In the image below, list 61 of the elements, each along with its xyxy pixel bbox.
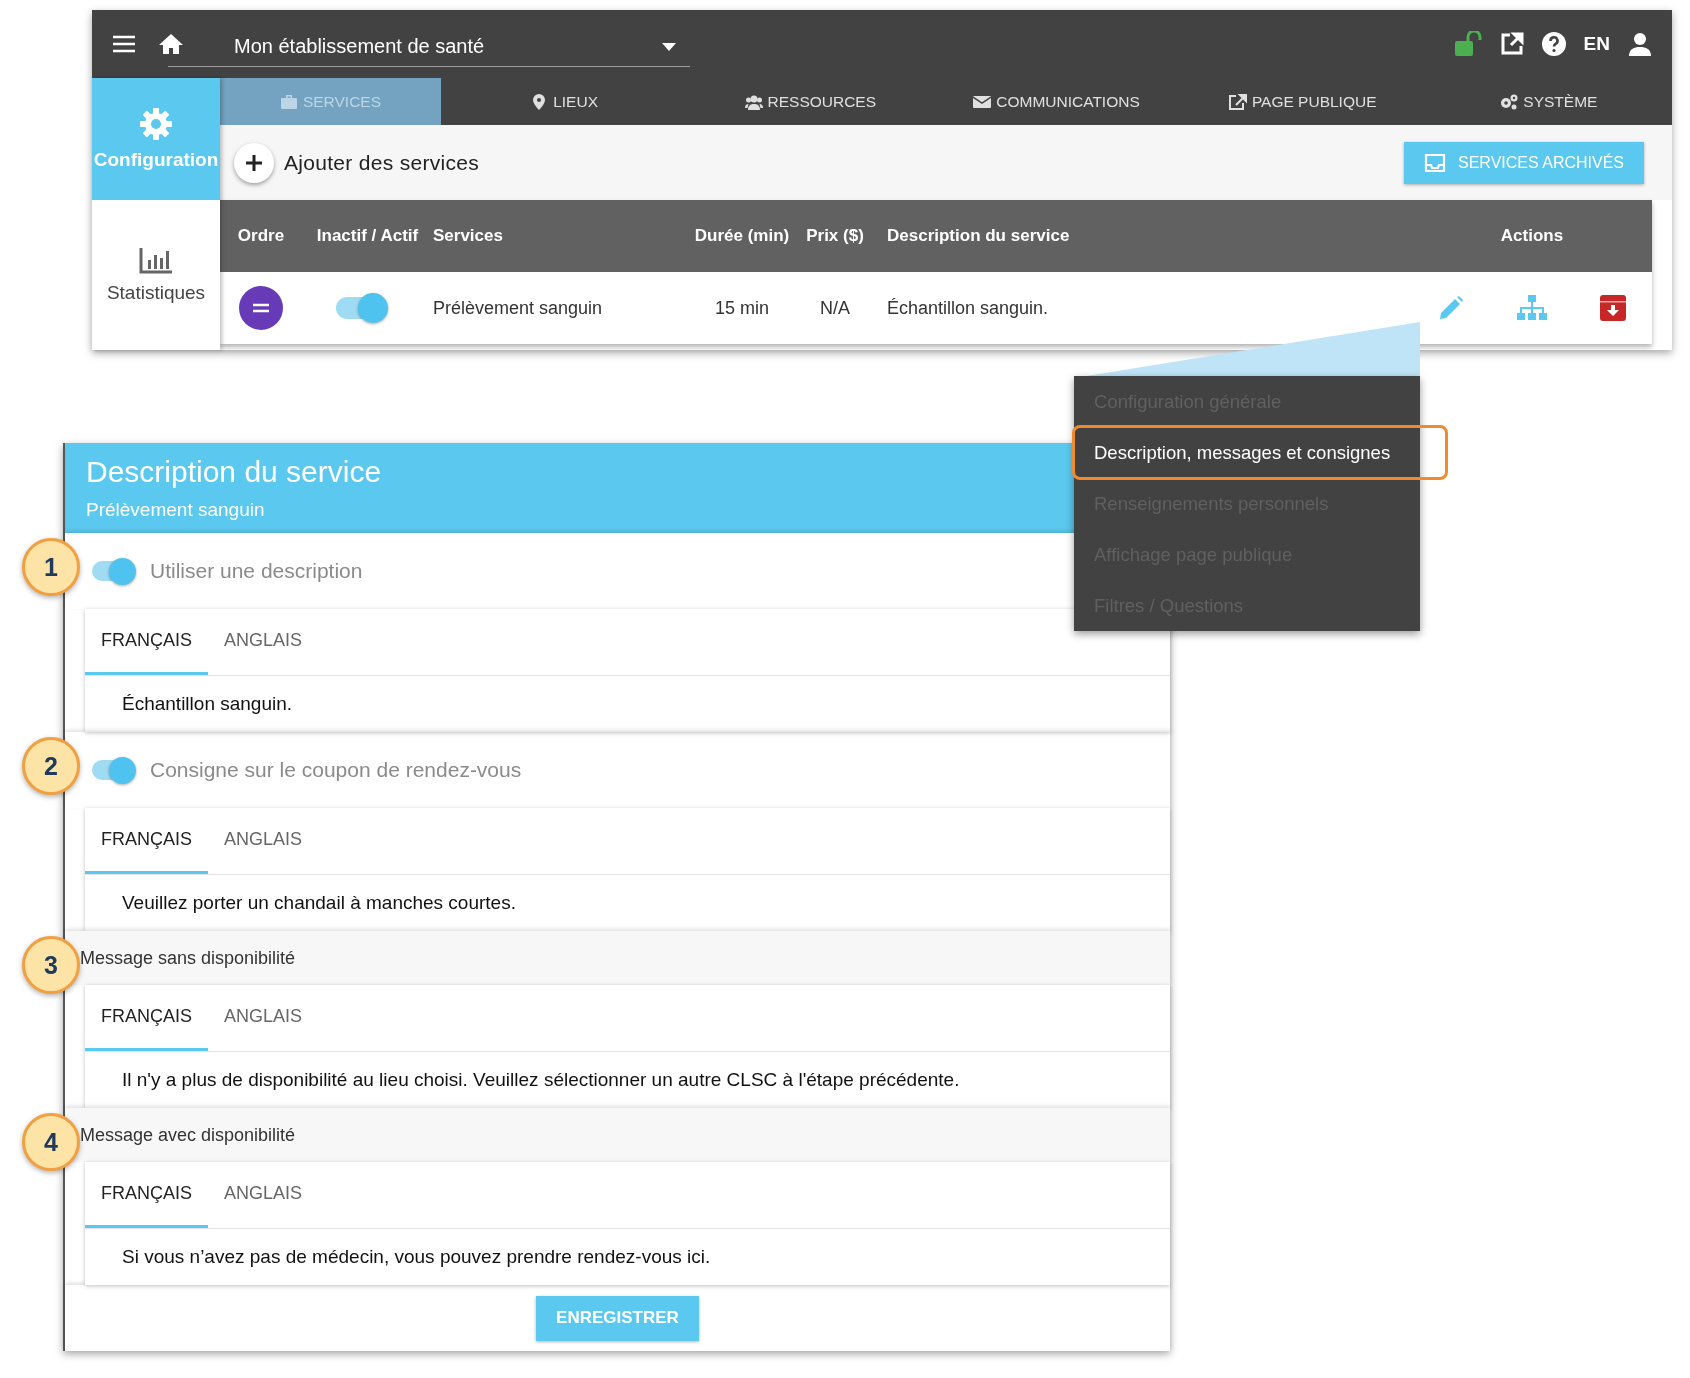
callout-number: 2 <box>22 737 80 795</box>
callout-number: 4 <box>22 1113 80 1171</box>
sidebar-item[interactable]: Statistiques <box>92 200 220 350</box>
add-button[interactable] <box>234 142 274 183</box>
gear-icon <box>139 107 173 141</box>
menu-icon[interactable] <box>112 34 136 54</box>
help-icon[interactable] <box>1541 32 1566 56</box>
plus-icon <box>245 153 263 172</box>
language-tab[interactable]: FRANÇAIS <box>85 985 208 1051</box>
toggle-label: Utiliser une description <box>150 559 363 583</box>
caret-icon <box>662 42 676 51</box>
table-cell-text: Échantillon sanguin. <box>886 297 1050 319</box>
external-link-icon <box>1228 93 1247 110</box>
user-icon[interactable] <box>1628 32 1652 56</box>
language-tab[interactable]: ANGLAIS <box>208 609 319 675</box>
language-tab[interactable]: FRANÇAIS <box>85 609 208 675</box>
unlock-icon[interactable] <box>1453 31 1482 57</box>
language-tab[interactable]: FRANÇAIS <box>85 808 208 874</box>
column-header: Services <box>432 226 504 246</box>
language-tab[interactable]: ANGLAIS <box>208 985 319 1051</box>
message-text: Échantillon sanguin. <box>122 693 293 715</box>
menu-item[interactable]: Description, messages et consignes <box>1074 427 1446 478</box>
language-tab[interactable]: FRANÇAIS <box>85 1162 208 1228</box>
column-header: Description du service <box>886 226 1071 246</box>
message-text: Veuillez porter un chandail à manches courtes. <box>122 892 516 914</box>
bar-chart-icon <box>139 246 173 274</box>
dialog-title: Description du service <box>86 455 383 489</box>
column-header: Ordre <box>236 226 286 246</box>
users-icon <box>744 93 763 110</box>
gears-icon <box>1500 93 1519 110</box>
callout-number: 3 <box>22 936 80 994</box>
column-header: Actions <box>1499 226 1565 246</box>
table-cell-text: Prélèvement sanguin <box>432 297 604 319</box>
inbox-icon <box>1424 152 1446 173</box>
table-cell-text: 15 min <box>714 297 770 319</box>
table-cell-text: N/A <box>819 297 851 319</box>
briefcase-icon <box>279 93 298 110</box>
column-header: Prix ($) <box>805 226 865 246</box>
column-header: Inactif / Actif <box>315 226 420 246</box>
section-label: Message sans disponibilité <box>80 947 296 969</box>
facility-select[interactable]: Mon établissement de santé <box>168 21 690 67</box>
language-toggle[interactable]: EN <box>1583 33 1610 55</box>
message-text: Il n'y a plus de disponibilité au lieu choisi. Veuillez sélectionner un autre CLSC à l'étape précédente. <box>122 1069 960 1091</box>
drag-handle-icon[interactable] <box>239 286 283 330</box>
add-services-label: Ajouter des services <box>284 150 480 175</box>
column-header: Durée (min) <box>693 226 791 246</box>
nav-tab[interactable]: RESSOURCES <box>687 78 934 125</box>
section-label: Message avec disponibilité <box>80 1124 296 1146</box>
message-text: Si vous n’avez pas de médecin, vous pouvez prendre rendez-vous ici. <box>122 1246 711 1268</box>
nav-tab[interactable]: PAGE PUBLIQUE <box>1179 78 1426 125</box>
language-tab[interactable]: ANGLAIS <box>208 1162 319 1228</box>
callout-number: 1 <box>22 538 80 596</box>
nav-tab[interactable]: LIEUX <box>441 78 688 125</box>
toggle-label: Consigne sur le coupon de rendez-vous <box>150 758 522 782</box>
language-tab[interactable]: ANGLAIS <box>208 808 319 874</box>
envelope-icon <box>973 93 992 110</box>
archive-icon[interactable] <box>1599 295 1626 321</box>
nav-tab[interactable]: COMMUNICATIONS <box>933 78 1180 125</box>
home-icon[interactable] <box>158 33 184 55</box>
nav-tab[interactable]: SYSTÈME <box>1425 78 1672 125</box>
external-link-icon[interactable] <box>1499 32 1524 56</box>
